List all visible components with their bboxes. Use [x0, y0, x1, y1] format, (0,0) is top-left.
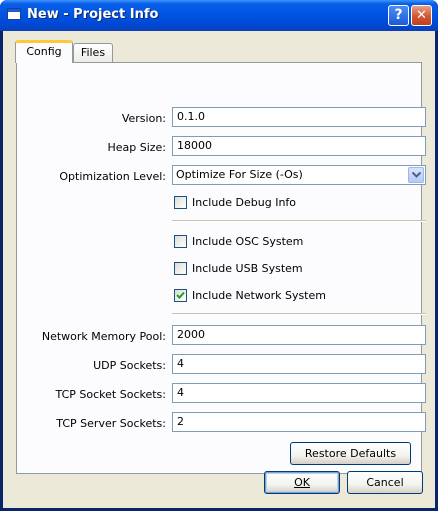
tcp-sockets-label: TCP Socket Sockets: [55, 388, 166, 401]
tcp-server-sockets-label: TCP Server Sockets: [56, 417, 166, 430]
ok-button[interactable]: OK [264, 471, 340, 494]
version-input[interactable]: 0.1.0 [172, 107, 426, 127]
window-app-icon [7, 8, 21, 20]
checkbox-unchecked-icon[interactable] [174, 262, 187, 275]
osc-system-label: Include OSC System [192, 235, 304, 248]
network-memory-pool-label: Network Memory Pool: [41, 330, 166, 343]
tcp-sockets-input[interactable]: 4 [172, 383, 426, 403]
checkbox-unchecked-icon[interactable] [174, 196, 187, 209]
dialog-client-area: Config Files Version: 0.1.0 Heap Size: 1… [3, 31, 435, 508]
config-panel: Version: 0.1.0 Heap Size: 18000 Optimiza… [16, 62, 426, 474]
restore-defaults-button[interactable]: Restore Defaults [290, 442, 411, 465]
separator [172, 313, 426, 315]
heap-size-input[interactable]: 18000 [172, 136, 426, 156]
heap-size-label: Heap Size: [107, 141, 166, 154]
title-bar[interactable]: New - Project Info ? ✕ [0, 0, 438, 31]
ok-button-label: OK [294, 476, 310, 489]
tab-config[interactable]: Config [15, 40, 73, 63]
window-title: New - Project Info [27, 7, 159, 22]
udp-sockets-label: UDP Sockets: [93, 359, 166, 372]
close-button[interactable]: ✕ [411, 5, 432, 26]
separator [172, 220, 426, 222]
optimization-level-value: Optimize For Size (-Os) [176, 168, 303, 181]
help-button[interactable]: ? [388, 5, 409, 26]
cancel-button[interactable]: Cancel [347, 471, 423, 494]
optimization-level-label: Optimization Level: [59, 170, 166, 183]
checkbox-unchecked-icon[interactable] [174, 235, 187, 248]
chevron-down-icon[interactable] [408, 167, 424, 183]
network-memory-pool-input[interactable]: 2000 [172, 325, 426, 345]
usb-system-label: Include USB System [192, 262, 303, 275]
checkbox-checked-icon[interactable] [174, 289, 187, 302]
version-label: Version: [121, 112, 166, 125]
tab-files[interactable]: Files [73, 43, 113, 63]
optimization-level-select[interactable]: Optimize For Size (-Os) [172, 165, 426, 185]
debug-info-label: Include Debug Info [192, 196, 297, 209]
tcp-server-sockets-input[interactable]: 2 [172, 412, 426, 432]
udp-sockets-input[interactable]: 4 [172, 354, 426, 374]
dialog-window: New - Project Info ? ✕ Config Files Vers… [0, 0, 438, 511]
network-system-label: Include Network System [192, 289, 326, 302]
